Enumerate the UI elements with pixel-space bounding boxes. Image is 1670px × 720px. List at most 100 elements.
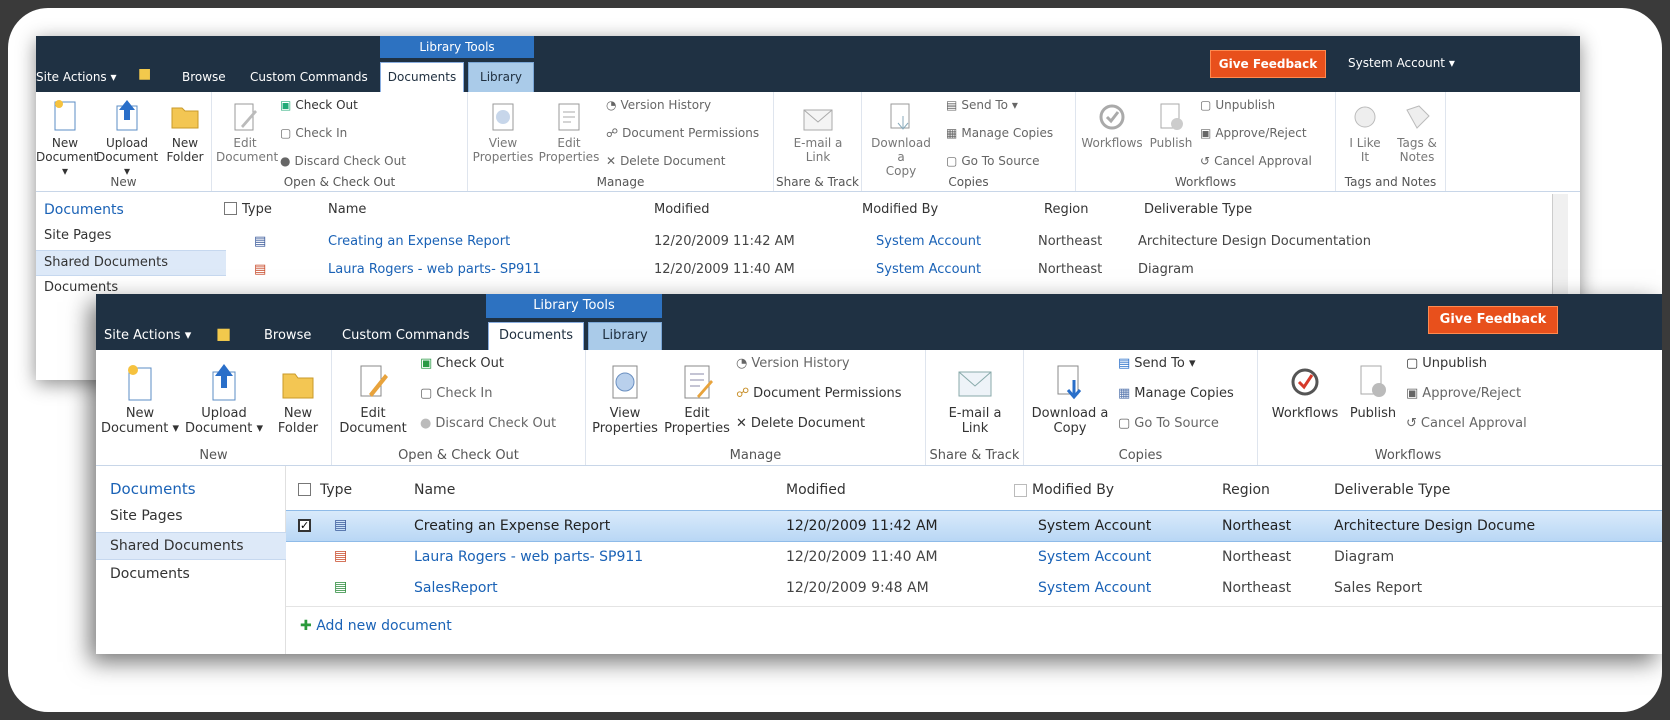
approve-reject-button[interactable]: ▣ Approve/Reject (1406, 386, 1521, 401)
add-new-document-link[interactable]: ✚ Add new document (300, 618, 452, 634)
column-region[interactable]: Region (1222, 482, 1270, 498)
email-link-button[interactable]: E-mail a Link (934, 362, 1016, 436)
column-modified-by[interactable]: Modified By (1014, 482, 1114, 498)
nav-shared-documents[interactable]: Shared Documents (96, 532, 286, 560)
version-history-button[interactable]: ◔ Version History (736, 356, 850, 371)
publish-button[interactable]: Publish (1146, 102, 1196, 150)
column-modified[interactable]: Modified (786, 482, 846, 498)
tab-documents[interactable]: Documents (488, 322, 584, 350)
permissions-icon: ☍ (606, 126, 619, 140)
column-deliverable-type[interactable]: Deliverable Type (1144, 202, 1252, 217)
cancel-approval-button[interactable]: ↺ Cancel Approval (1200, 154, 1312, 168)
site-actions-menu[interactable]: Site Actions ▾ (104, 328, 191, 343)
modified-by-link[interactable]: System Account (1038, 549, 1151, 565)
download-copy-button[interactable]: Download a Copy (1028, 362, 1112, 436)
document-name-link[interactable]: Creating an Expense Report (414, 518, 610, 534)
column-type[interactable]: Type (320, 482, 352, 498)
send-to-button[interactable]: ▤ Send To ▾ (1118, 356, 1196, 371)
give-feedback-button[interactable]: Give Feedback (1210, 50, 1326, 78)
go-to-source-button[interactable]: ▢ Go To Source (946, 154, 1039, 168)
select-all-checkbox[interactable] (224, 202, 237, 215)
check-out-button[interactable]: ▣ Check Out (420, 356, 504, 371)
nav-documents[interactable]: Documents (44, 280, 118, 295)
select-all-checkbox[interactable] (298, 483, 311, 496)
document-name-link[interactable]: Laura Rogers - web parts- SP911 (414, 549, 643, 565)
new-document-button[interactable]: New Document ▾ (36, 98, 98, 178)
column-name[interactable]: Name (328, 202, 366, 217)
nav-heading-documents[interactable]: Documents (110, 480, 196, 498)
nav-site-pages[interactable]: Site Pages (44, 228, 111, 243)
publish-button[interactable]: Publish (1344, 362, 1402, 421)
document-name-link[interactable]: SalesReport (414, 580, 498, 596)
group-label-open: Open & Check Out (283, 175, 396, 189)
new-folder-button[interactable]: New Folder (268, 362, 328, 436)
modified-cell: 12/20/2009 11:42 AM (654, 234, 795, 249)
row-checkbox-checked[interactable]: ✓ (298, 519, 311, 532)
unpublish-button[interactable]: ▢ Unpublish (1406, 356, 1487, 371)
edit-properties-button[interactable]: Edit Properties (538, 102, 600, 164)
modified-by-link[interactable]: System Account (1038, 518, 1151, 534)
nav-documents[interactable]: Documents (110, 566, 190, 582)
go-to-source-button[interactable]: ▢ Go To Source (1118, 416, 1219, 431)
i-like-it-button[interactable]: I Like It (1340, 102, 1390, 164)
nav-shared-documents[interactable]: Shared Documents (36, 250, 226, 276)
view-properties-button[interactable]: View Properties (590, 362, 660, 436)
column-modified[interactable]: Modified (654, 202, 709, 217)
manage-copies-button[interactable]: ▦ Manage Copies (946, 126, 1053, 140)
modified-by-link[interactable]: System Account (876, 234, 981, 249)
workflows-button[interactable]: Workflows (1078, 102, 1146, 150)
modified-by-link[interactable]: System Account (1038, 580, 1151, 596)
tab-library[interactable]: Library (468, 62, 534, 92)
tab-custom-commands[interactable]: Custom Commands (250, 70, 368, 84)
upload-document-button[interactable]: Upload Document ▾ (182, 362, 266, 436)
column-modified-by[interactable]: Modified By (862, 202, 938, 217)
folder-nav-icon[interactable]: ■ (216, 324, 231, 343)
unpublish-button[interactable]: ▢ Unpublish (1200, 98, 1275, 112)
document-name-link[interactable]: Creating an Expense Report (328, 234, 510, 249)
check-in-button[interactable]: ▢ Check In (280, 126, 347, 140)
upload-document-button[interactable]: Upload Document ▾ (96, 98, 158, 178)
tab-custom-commands[interactable]: Custom Commands (342, 328, 470, 343)
approve-reject-icon: ▣ (1200, 126, 1212, 140)
edit-properties-button[interactable]: Edit Properties (662, 362, 732, 436)
email-link-button[interactable]: E-mail a Link (780, 102, 856, 164)
account-menu[interactable]: System Account ▾ (1348, 56, 1455, 70)
new-document-button[interactable]: New Document ▾ (100, 362, 180, 436)
tab-library[interactable]: Library (588, 322, 662, 350)
nav-site-pages[interactable]: Site Pages (110, 508, 183, 524)
discard-check-out-button[interactable]: ● Discard Check Out (280, 154, 406, 168)
check-in-button[interactable]: ▢ Check In (420, 386, 493, 401)
new-folder-button[interactable]: New Folder (160, 98, 210, 164)
version-history-button[interactable]: ◔ Version History (606, 98, 711, 112)
folder-nav-icon[interactable]: ■ (138, 66, 151, 82)
modified-by-link[interactable]: System Account (876, 262, 981, 277)
tab-browse[interactable]: Browse (182, 70, 226, 84)
document-permissions-button[interactable]: ☍ Document Permissions (736, 386, 902, 401)
delete-document-button[interactable]: ✕ Delete Document (606, 154, 725, 168)
document-permissions-button[interactable]: ☍ Document Permissions (606, 126, 759, 140)
check-out-button[interactable]: ▣ Check Out (280, 98, 358, 112)
download-copy-button[interactable]: Download a Copy (866, 102, 936, 178)
tab-documents[interactable]: Documents (380, 62, 464, 92)
document-name-link[interactable]: Laura Rogers - web parts- SP911 (328, 262, 541, 277)
give-feedback-button[interactable]: Give Feedback (1428, 306, 1558, 334)
cancel-approval-button[interactable]: ↺ Cancel Approval (1406, 416, 1527, 431)
site-actions-menu[interactable]: Site Actions ▾ (36, 70, 117, 84)
send-to-button[interactable]: ▤ Send To ▾ (946, 98, 1018, 112)
edit-document-button[interactable]: Edit Document (216, 102, 278, 164)
edit-document-button[interactable]: Edit Document (336, 362, 410, 436)
column-name[interactable]: Name (414, 482, 455, 498)
tags-notes-button[interactable]: Tags & Notes (1390, 102, 1444, 164)
column-region[interactable]: Region (1044, 202, 1089, 217)
manage-copies-button[interactable]: ▦ Manage Copies (1118, 386, 1234, 401)
column-deliverable-type[interactable]: Deliverable Type (1334, 482, 1450, 498)
nav-heading-documents[interactable]: Documents (44, 202, 124, 218)
tab-browse[interactable]: Browse (264, 328, 311, 343)
column-type[interactable]: Type (242, 202, 272, 217)
delete-document-button[interactable]: ✕ Delete Document (736, 416, 865, 431)
list-divider (286, 606, 1662, 607)
workflows-button[interactable]: Workflows (1266, 362, 1344, 421)
discard-check-out-button[interactable]: ● Discard Check Out (420, 416, 556, 431)
view-properties-button[interactable]: View Properties (472, 102, 534, 164)
approve-reject-button[interactable]: ▣ Approve/Reject (1200, 126, 1307, 140)
